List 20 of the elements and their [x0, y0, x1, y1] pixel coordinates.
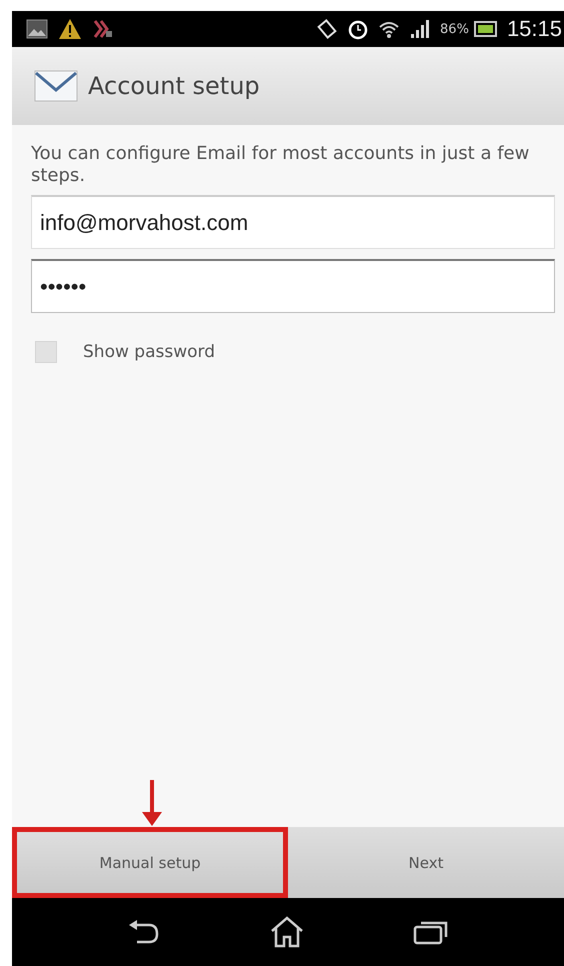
- action-button[interactable]: Next: [288, 827, 564, 898]
- envelope-icon: [34, 70, 78, 102]
- intro-text: You can configure Email for most accounts in just a few steps.: [31, 143, 530, 187]
- back-icon[interactable]: [126, 919, 161, 945]
- picture-icon: [26, 18, 48, 40]
- recent-apps-icon[interactable]: [413, 919, 450, 945]
- arrow-icon: [142, 780, 162, 826]
- checkbox-label: Show password: [83, 342, 215, 362]
- input-field[interactable]: info@morvahost.com: [31, 195, 555, 249]
- signal-icon: [409, 18, 432, 40]
- battery-percent: 86%: [440, 22, 469, 36]
- input-field[interactable]: ••••••: [31, 259, 555, 313]
- home-icon[interactable]: [270, 916, 304, 948]
- alarm-icon: [347, 18, 370, 40]
- warning-icon: [58, 18, 82, 40]
- battery-icon: [474, 20, 498, 38]
- checkbox[interactable]: [35, 341, 57, 363]
- action-button[interactable]: Manual setup: [12, 827, 288, 898]
- screen-title: Account setup: [88, 72, 260, 100]
- clock-time: 15:15: [506, 16, 562, 42]
